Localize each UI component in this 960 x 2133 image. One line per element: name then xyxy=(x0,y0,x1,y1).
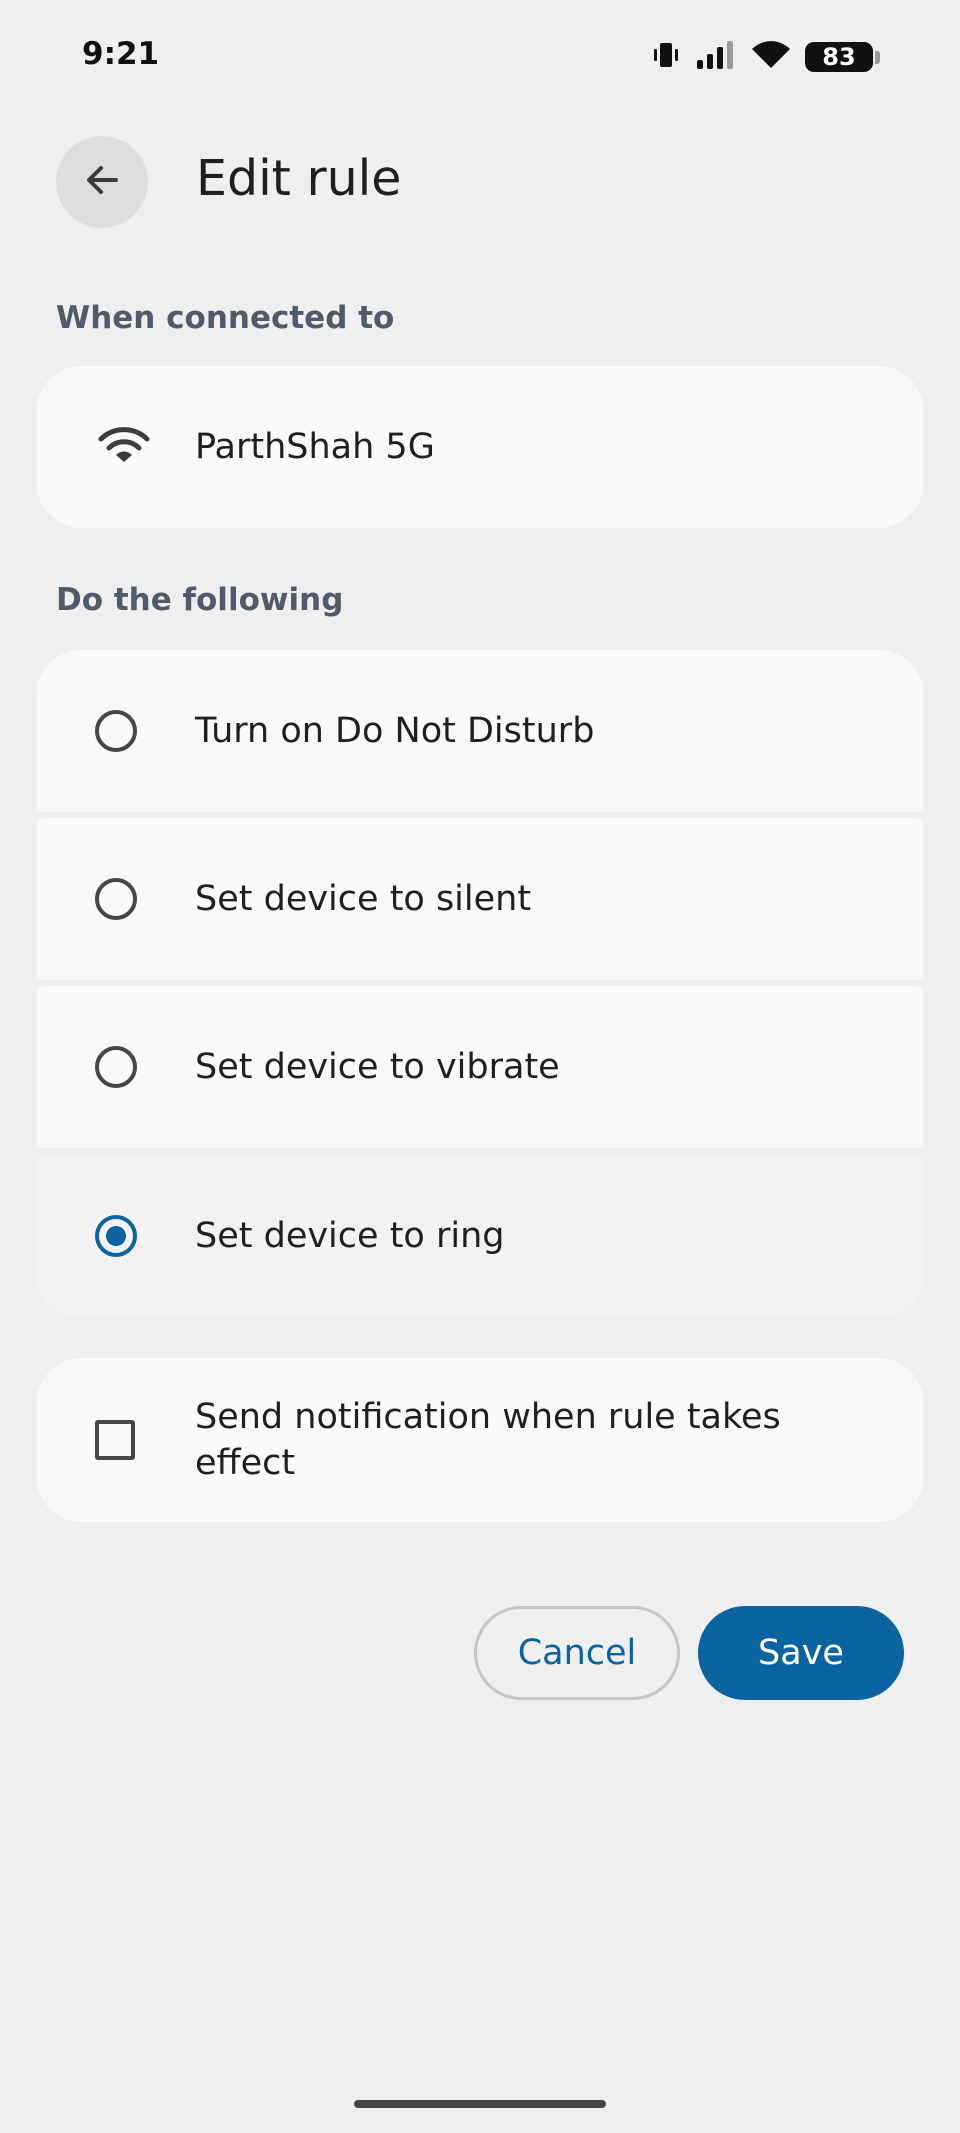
option-silent[interactable]: Set device to silent xyxy=(37,818,923,980)
network-card[interactable]: ParthShah 5G xyxy=(37,366,923,528)
status-bar: 9:21 83 xyxy=(0,0,960,120)
option-ring[interactable]: Set device to ring xyxy=(37,1154,923,1318)
vibrate-icon xyxy=(651,41,681,73)
option-label: Set device to silent xyxy=(195,879,532,919)
network-name: ParthShah 5G xyxy=(195,427,435,467)
option-vibrate[interactable]: Set device to vibrate xyxy=(37,986,923,1148)
home-indicator[interactable] xyxy=(354,2100,606,2108)
battery-level: 83 xyxy=(805,42,873,72)
notification-checkbox[interactable] xyxy=(95,1420,135,1460)
wifi-icon xyxy=(751,40,791,74)
cancel-button[interactable]: Cancel xyxy=(474,1606,680,1700)
wifi-icon xyxy=(97,424,151,470)
section-label-trigger: When connected to xyxy=(56,300,395,336)
arrow-left-icon xyxy=(82,160,122,204)
option-label: Turn on Do Not Disturb xyxy=(195,711,595,751)
notification-label: Send notification when rule takes effect xyxy=(195,1397,781,1483)
cell-signal-icon xyxy=(695,40,737,74)
option-label: Set device to vibrate xyxy=(195,1047,560,1087)
status-icons: 83 xyxy=(651,40,880,74)
radio-vibrate[interactable] xyxy=(95,1046,137,1088)
radio-silent[interactable] xyxy=(95,878,137,920)
status-time: 9:21 xyxy=(82,36,160,72)
page-title: Edit rule xyxy=(196,150,402,207)
radio-do-not-disturb[interactable] xyxy=(95,710,137,752)
back-button[interactable] xyxy=(56,136,148,228)
battery-icon: 83 xyxy=(805,42,880,72)
radio-ring[interactable] xyxy=(95,1215,137,1257)
option-label: Set device to ring xyxy=(195,1216,505,1256)
section-label-actions: Do the following xyxy=(56,582,344,618)
save-button[interactable]: Save xyxy=(698,1606,904,1700)
option-do-not-disturb[interactable]: Turn on Do Not Disturb xyxy=(37,650,923,812)
notification-option[interactable]: Send notification when rule takes effect xyxy=(37,1358,923,1522)
